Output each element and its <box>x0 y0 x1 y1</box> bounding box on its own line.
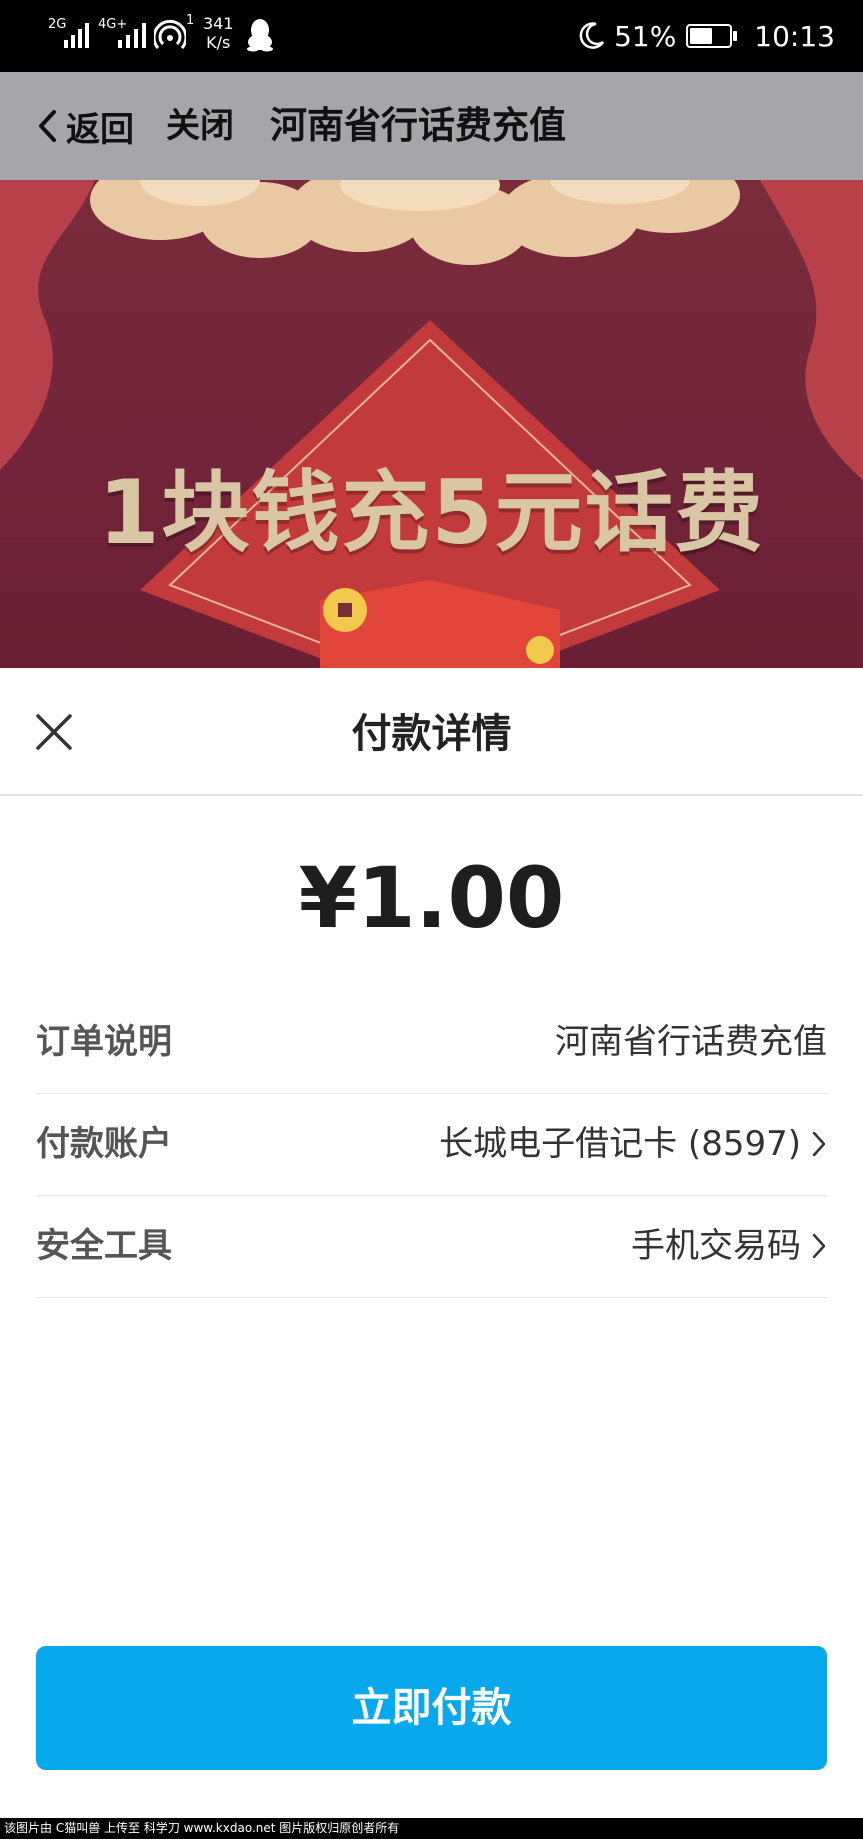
row-value: 长城电子借记卡 (8597) <box>439 1120 827 1168</box>
battery-percent: 51% <box>614 19 677 53</box>
qq-icon <box>247 19 273 52</box>
promo-banner: 1块钱充5元话费 <box>0 180 863 670</box>
moon-icon <box>579 22 605 49</box>
row-label: 订单说明 <box>36 1022 172 1062</box>
watermark: 该图片由 C猫叫兽 上传至 科学刀 www.kxdao.net 图片版权归原创者… <box>0 1818 863 1839</box>
order-description-row: 订单说明 河南省行话费充值 <box>36 992 827 1094</box>
back-button[interactable]: 返回 <box>36 102 134 150</box>
sheet-header: 付款详情 <box>0 668 863 796</box>
status-bar: 2G 4G+ 1 341 K/s 51% 10:13 <box>0 0 863 72</box>
close-button[interactable]: 关闭 <box>166 102 234 150</box>
row-label: 付款账户 <box>36 1124 172 1164</box>
pay-now-button[interactable]: 立即付款 <box>36 1646 827 1770</box>
chevron-right-icon <box>812 1233 826 1259</box>
nav-bar: 返回 关闭 河南省行话费充值 <box>0 72 863 180</box>
clock: 10:13 <box>754 19 835 53</box>
row-label: 安全工具 <box>36 1226 172 1266</box>
signal-icon <box>118 23 146 48</box>
hotspot-count: 1 <box>186 13 195 28</box>
battery-icon <box>686 24 738 48</box>
chevron-left-icon <box>39 110 56 142</box>
status-right: 51% 10:13 <box>578 16 835 56</box>
payment-account-row[interactable]: 付款账户 长城电子借记卡 (8597) <box>36 1094 827 1196</box>
signal-icon <box>64 23 89 48</box>
row-value: 手机交易码 <box>631 1222 827 1270</box>
wifi-hotspot-icon <box>154 20 186 49</box>
payment-account-value: 长城电子借记卡 (8597) <box>439 1124 801 1164</box>
network-speed: 341 K/s <box>203 14 234 52</box>
payment-details: 订单说明 河南省行话费充值 付款账户 长城电子借记卡 (8597) 安全工具 手… <box>36 992 827 1298</box>
order-description-value: 河南省行话费充值 <box>555 1022 827 1062</box>
banner-illustration <box>0 180 863 670</box>
security-tool-value: 手机交易码 <box>631 1226 801 1266</box>
sheet-title: 付款详情 <box>351 711 512 757</box>
net-speed-unit: K/s <box>206 33 231 52</box>
net-speed-value: 341 <box>203 14 234 33</box>
row-value: 河南省行话费充值 <box>555 1018 827 1066</box>
payment-amount: ¥1.00 <box>298 849 565 947</box>
page-title: 河南省行话费充值 <box>270 104 566 147</box>
back-label: 返回 <box>66 109 134 150</box>
payment-sheet: 付款详情 ¥1.00 订单说明 河南省行话费充值 付款账户 长城电子借记卡 (8… <box>0 668 863 1818</box>
banner-headline: 1块钱充5元话费 <box>98 461 765 564</box>
chevron-right-icon <box>812 1131 826 1157</box>
battery-fill <box>690 28 712 44</box>
security-tool-row[interactable]: 安全工具 手机交易码 <box>36 1196 827 1298</box>
